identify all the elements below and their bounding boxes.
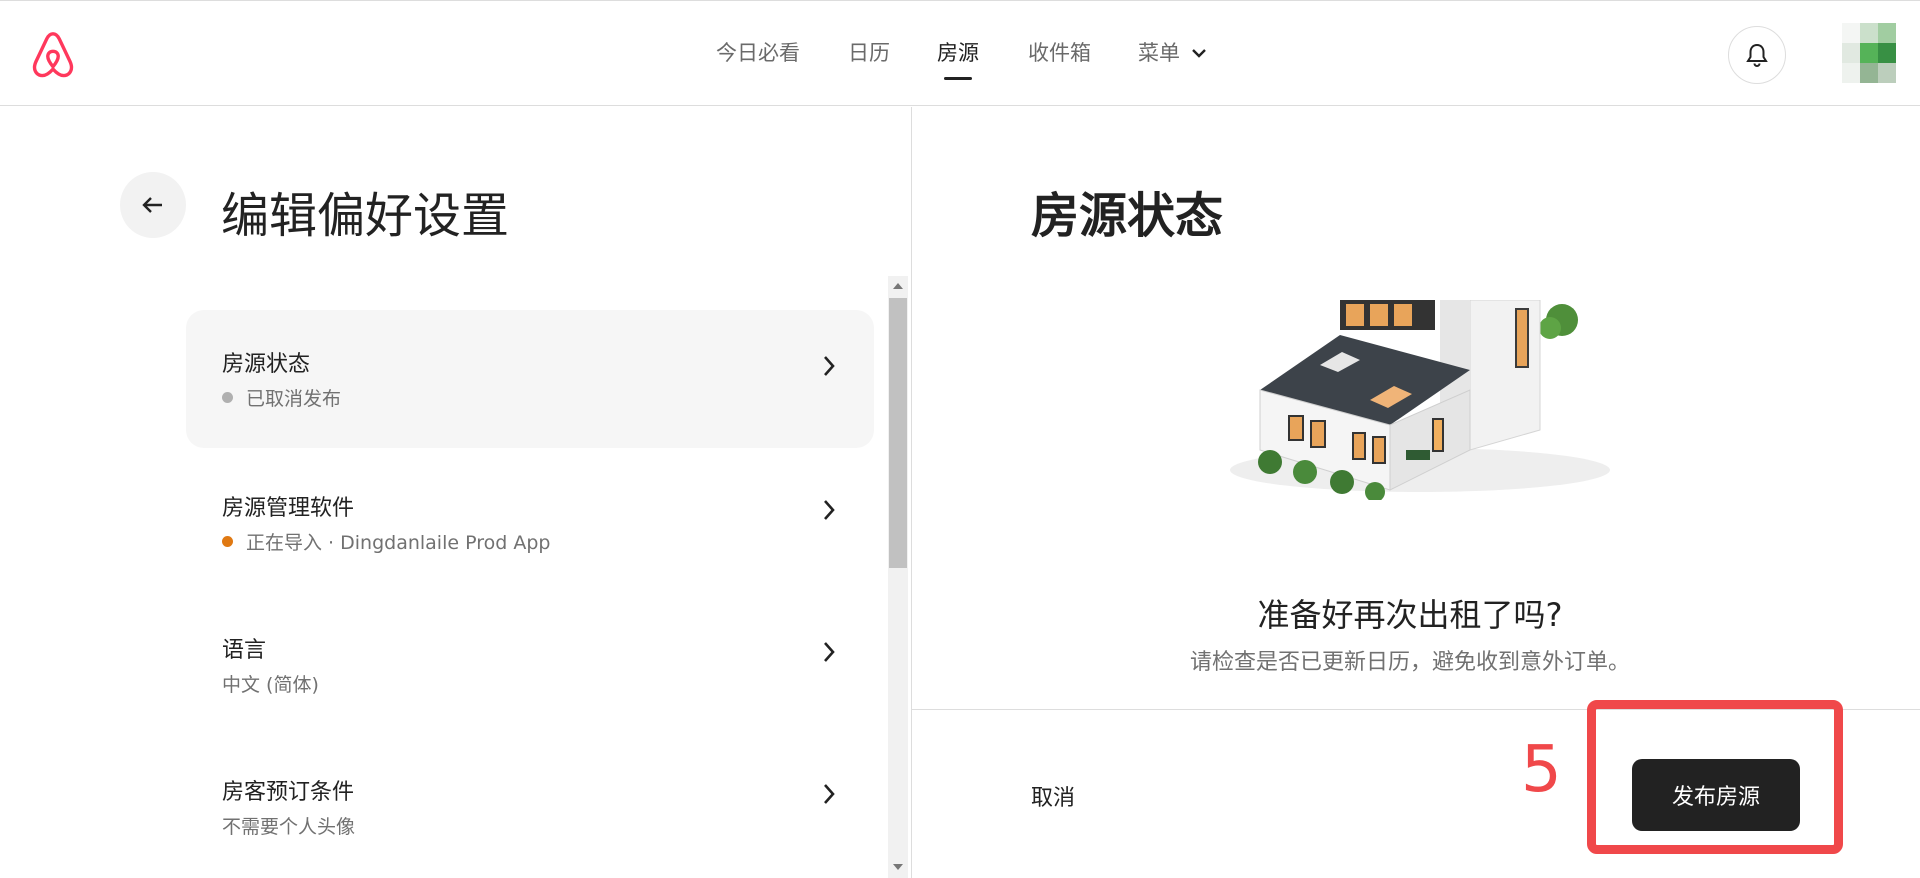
status-dot bbox=[222, 392, 233, 403]
cancel-button[interactable]: 取消 bbox=[1031, 780, 1075, 812]
panel-title: 房源状态 bbox=[1031, 188, 1224, 244]
settings-item-subtitle: 中文 (简体) bbox=[222, 674, 319, 696]
nav-listings[interactable]: 房源 bbox=[937, 37, 979, 67]
panel-divider bbox=[911, 107, 912, 878]
arrow-left-icon bbox=[142, 197, 162, 213]
ready-heading: 准备好再次出租了吗? bbox=[1257, 596, 1563, 634]
nav-inbox[interactable]: 收件箱 bbox=[1028, 37, 1091, 67]
chevron-right-icon bbox=[824, 784, 835, 804]
settings-item-title: 房源状态 bbox=[222, 352, 311, 377]
top-header: 今日必看 日历 房源 收件箱 菜单 bbox=[0, 0, 1920, 106]
avatar[interactable] bbox=[1842, 23, 1896, 83]
chevron-right-icon bbox=[824, 500, 835, 520]
chevron-down-icon bbox=[1192, 49, 1206, 58]
chevron-right-icon bbox=[824, 356, 835, 376]
back-button[interactable] bbox=[120, 172, 186, 238]
chevron-right-icon bbox=[824, 642, 835, 662]
settings-item-listing-status[interactable]: 房源状态 已取消发布 bbox=[186, 310, 874, 448]
annotation-step-number: 5 bbox=[1521, 733, 1562, 807]
nav-today[interactable]: 今日必看 bbox=[716, 37, 800, 67]
scroll-up-arrow-icon[interactable] bbox=[893, 283, 903, 289]
settings-item-property-management-software[interactable]: 房源管理软件 正在导入 · Dingdanlaile Prod App bbox=[186, 454, 874, 592]
page-title: 编辑偏好设置 bbox=[221, 188, 510, 244]
main-nav: 今日必看 日历 房源 收件箱 菜单 bbox=[0, 1, 1920, 107]
scrollbar-thumb[interactable] bbox=[889, 298, 907, 568]
bell-icon bbox=[1746, 43, 1768, 67]
status-text: 已取消发布 bbox=[246, 388, 342, 410]
settings-item-title: 房源管理软件 bbox=[222, 496, 355, 521]
scroll-down-arrow-icon[interactable] bbox=[893, 864, 903, 870]
ready-description: 请检查是否已更新日历，避免收到意外订单。 bbox=[1190, 650, 1631, 675]
settings-item-subtitle: 已取消发布 bbox=[222, 384, 341, 411]
nav-calendar[interactable]: 日历 bbox=[848, 37, 890, 67]
settings-item-title: 语言 bbox=[222, 638, 267, 663]
settings-item-guest-requirements[interactable]: 房客预订条件 不需要个人头像 bbox=[186, 738, 874, 876]
publish-listing-button[interactable]: 发布房源 bbox=[1632, 759, 1800, 831]
settings-item-language[interactable]: 语言 中文 (简体) bbox=[186, 596, 874, 734]
active-nav-indicator bbox=[944, 77, 972, 80]
settings-item-title: 房客预订条件 bbox=[222, 780, 355, 805]
nav-menu[interactable]: 菜单 bbox=[1138, 37, 1180, 67]
settings-item-subtitle: 正在导入 · Dingdanlaile Prod App bbox=[222, 528, 550, 555]
settings-item-subtitle: 不需要个人头像 bbox=[222, 816, 356, 838]
status-dot bbox=[222, 536, 233, 547]
house-illustration bbox=[1230, 300, 1610, 500]
status-text: 正在导入 · Dingdanlaile Prod App bbox=[246, 532, 551, 554]
notifications-button[interactable] bbox=[1728, 26, 1786, 84]
